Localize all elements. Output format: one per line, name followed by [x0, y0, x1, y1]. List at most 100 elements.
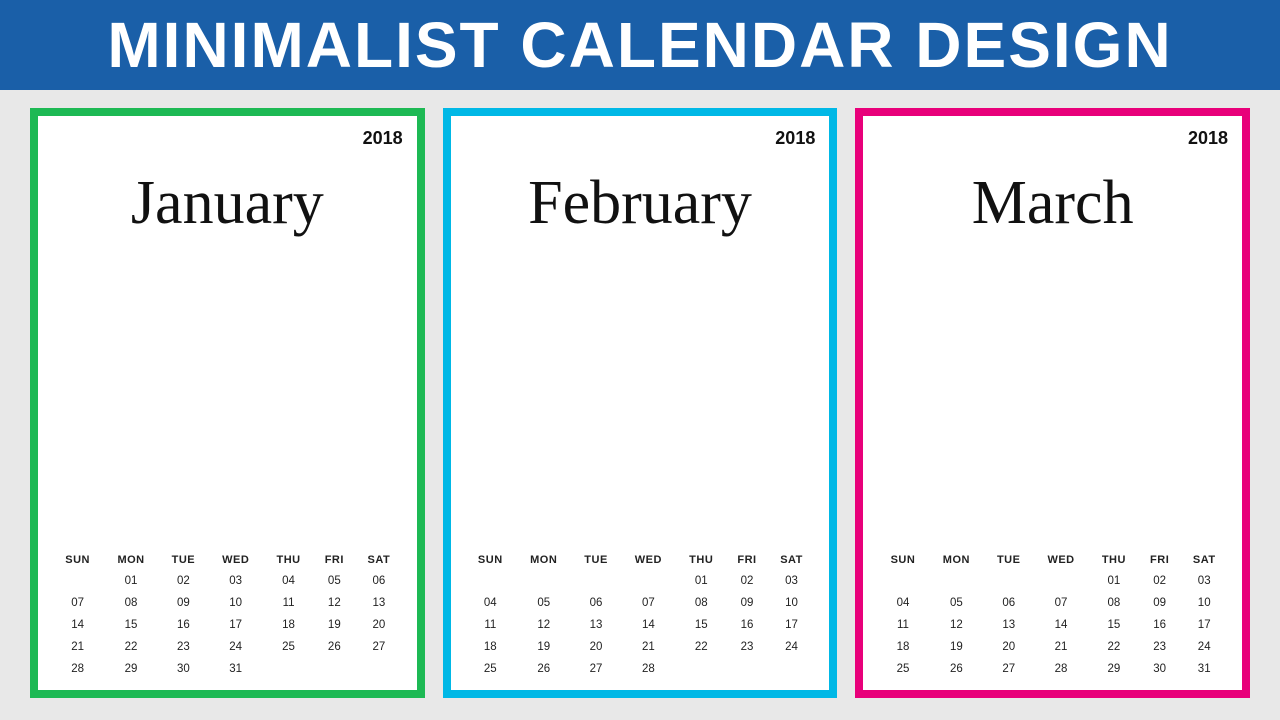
header: MINIMALIST CALENDAR DESIGN — [0, 0, 1280, 90]
calendar-day — [314, 658, 355, 680]
calendar-day: 23 — [1139, 636, 1180, 658]
calendar-day: 12 — [516, 614, 572, 636]
month-name-march: March — [877, 169, 1228, 237]
day-header-wed: WED — [208, 550, 264, 570]
calendars-container: 2018JanuarySUNMONTUEWEDTHUFRISAT01020304… — [0, 90, 1280, 720]
calendar-day: 18 — [465, 636, 516, 658]
calendar-day: 04 — [465, 592, 516, 614]
calendar-day: 04 — [263, 570, 313, 592]
calendar-day: 06 — [355, 570, 403, 592]
calendar-day: 20 — [355, 614, 403, 636]
calendar-day: 11 — [263, 592, 313, 614]
calendar-day: 21 — [621, 636, 677, 658]
calendar-day — [516, 570, 572, 592]
calendar-day: 30 — [1139, 658, 1180, 680]
calendar-day — [572, 570, 621, 592]
month-name-january: January — [52, 169, 403, 237]
calendar-day: 10 — [1180, 592, 1228, 614]
day-header-tue: TUE — [984, 550, 1033, 570]
calendar-day: 09 — [159, 592, 208, 614]
calendar-day: 14 — [52, 614, 103, 636]
calendar-day: 01 — [1089, 570, 1139, 592]
calendar-day: 10 — [208, 592, 264, 614]
calendar-day: 23 — [726, 636, 767, 658]
calendar-day: 28 — [52, 658, 103, 680]
calendar-day: 19 — [929, 636, 985, 658]
day-header-sat: SAT — [768, 550, 816, 570]
calendar-day — [726, 658, 767, 680]
calendar-day — [929, 570, 985, 592]
calendar-day — [984, 570, 1033, 592]
calendar-day: 02 — [1139, 570, 1180, 592]
calendar-day: 07 — [1033, 592, 1089, 614]
calendar-day: 29 — [103, 658, 159, 680]
day-header-sat: SAT — [1180, 550, 1228, 570]
calendar-day: 22 — [103, 636, 159, 658]
calendar-day: 11 — [465, 614, 516, 636]
calendar-day: 17 — [1180, 614, 1228, 636]
calendar-day: 11 — [877, 614, 928, 636]
calendar-day — [263, 658, 313, 680]
calendar-day: 17 — [208, 614, 264, 636]
calendar-day: 06 — [572, 592, 621, 614]
day-header-tue: TUE — [159, 550, 208, 570]
calendar-day: 05 — [929, 592, 985, 614]
calendar-day: 01 — [676, 570, 726, 592]
calendar-day: 08 — [103, 592, 159, 614]
calendar-day: 08 — [676, 592, 726, 614]
calendar-day: 16 — [726, 614, 767, 636]
calendar-day: 16 — [1139, 614, 1180, 636]
day-header-fri: FRI — [726, 550, 767, 570]
calendar-day: 20 — [572, 636, 621, 658]
header-title: MINIMALIST CALENDAR DESIGN — [107, 8, 1172, 82]
calendar-day: 25 — [877, 658, 928, 680]
day-header-thu: THU — [676, 550, 726, 570]
calendar-day: 13 — [572, 614, 621, 636]
calendar-day: 31 — [208, 658, 264, 680]
day-header-thu: THU — [263, 550, 313, 570]
calendar-day: 07 — [621, 592, 677, 614]
calendar-day: 05 — [516, 592, 572, 614]
calendar-day — [768, 658, 816, 680]
calendar-day: 14 — [621, 614, 677, 636]
calendar-january: 2018JanuarySUNMONTUEWEDTHUFRISAT01020304… — [30, 108, 425, 698]
calendar-day: 26 — [516, 658, 572, 680]
calendar-day: 13 — [355, 592, 403, 614]
calendar-day: 15 — [676, 614, 726, 636]
calendar-day: 12 — [314, 592, 355, 614]
calendar-day: 24 — [768, 636, 816, 658]
grid-march: SUNMONTUEWEDTHUFRISAT0102030405060708091… — [877, 550, 1228, 680]
calendar-day: 09 — [1139, 592, 1180, 614]
calendar-day: 25 — [465, 658, 516, 680]
calendar-day: 13 — [984, 614, 1033, 636]
calendar-day: 19 — [516, 636, 572, 658]
calendar-day: 19 — [314, 614, 355, 636]
calendar-day: 09 — [726, 592, 767, 614]
calendar-day: 24 — [208, 636, 264, 658]
calendar-day: 05 — [314, 570, 355, 592]
calendar-day: 03 — [768, 570, 816, 592]
day-header-fri: FRI — [314, 550, 355, 570]
calendar-day: 07 — [52, 592, 103, 614]
calendar-day: 12 — [929, 614, 985, 636]
day-header-fri: FRI — [1139, 550, 1180, 570]
calendar-day: 27 — [355, 636, 403, 658]
day-header-sun: SUN — [877, 550, 928, 570]
calendar-day: 16 — [159, 614, 208, 636]
calendar-day: 03 — [208, 570, 264, 592]
calendar-day: 02 — [726, 570, 767, 592]
day-header-thu: THU — [1089, 550, 1139, 570]
calendar-day: 29 — [1089, 658, 1139, 680]
calendar-day: 18 — [263, 614, 313, 636]
calendar-day: 27 — [572, 658, 621, 680]
year-march: 2018 — [877, 128, 1228, 149]
calendar-day: 15 — [103, 614, 159, 636]
calendar-day: 25 — [263, 636, 313, 658]
day-header-mon: MON — [516, 550, 572, 570]
calendar-day — [52, 570, 103, 592]
calendar-day: 08 — [1089, 592, 1139, 614]
day-header-wed: WED — [621, 550, 677, 570]
calendar-day — [1033, 570, 1089, 592]
day-header-sat: SAT — [355, 550, 403, 570]
day-header-mon: MON — [929, 550, 985, 570]
